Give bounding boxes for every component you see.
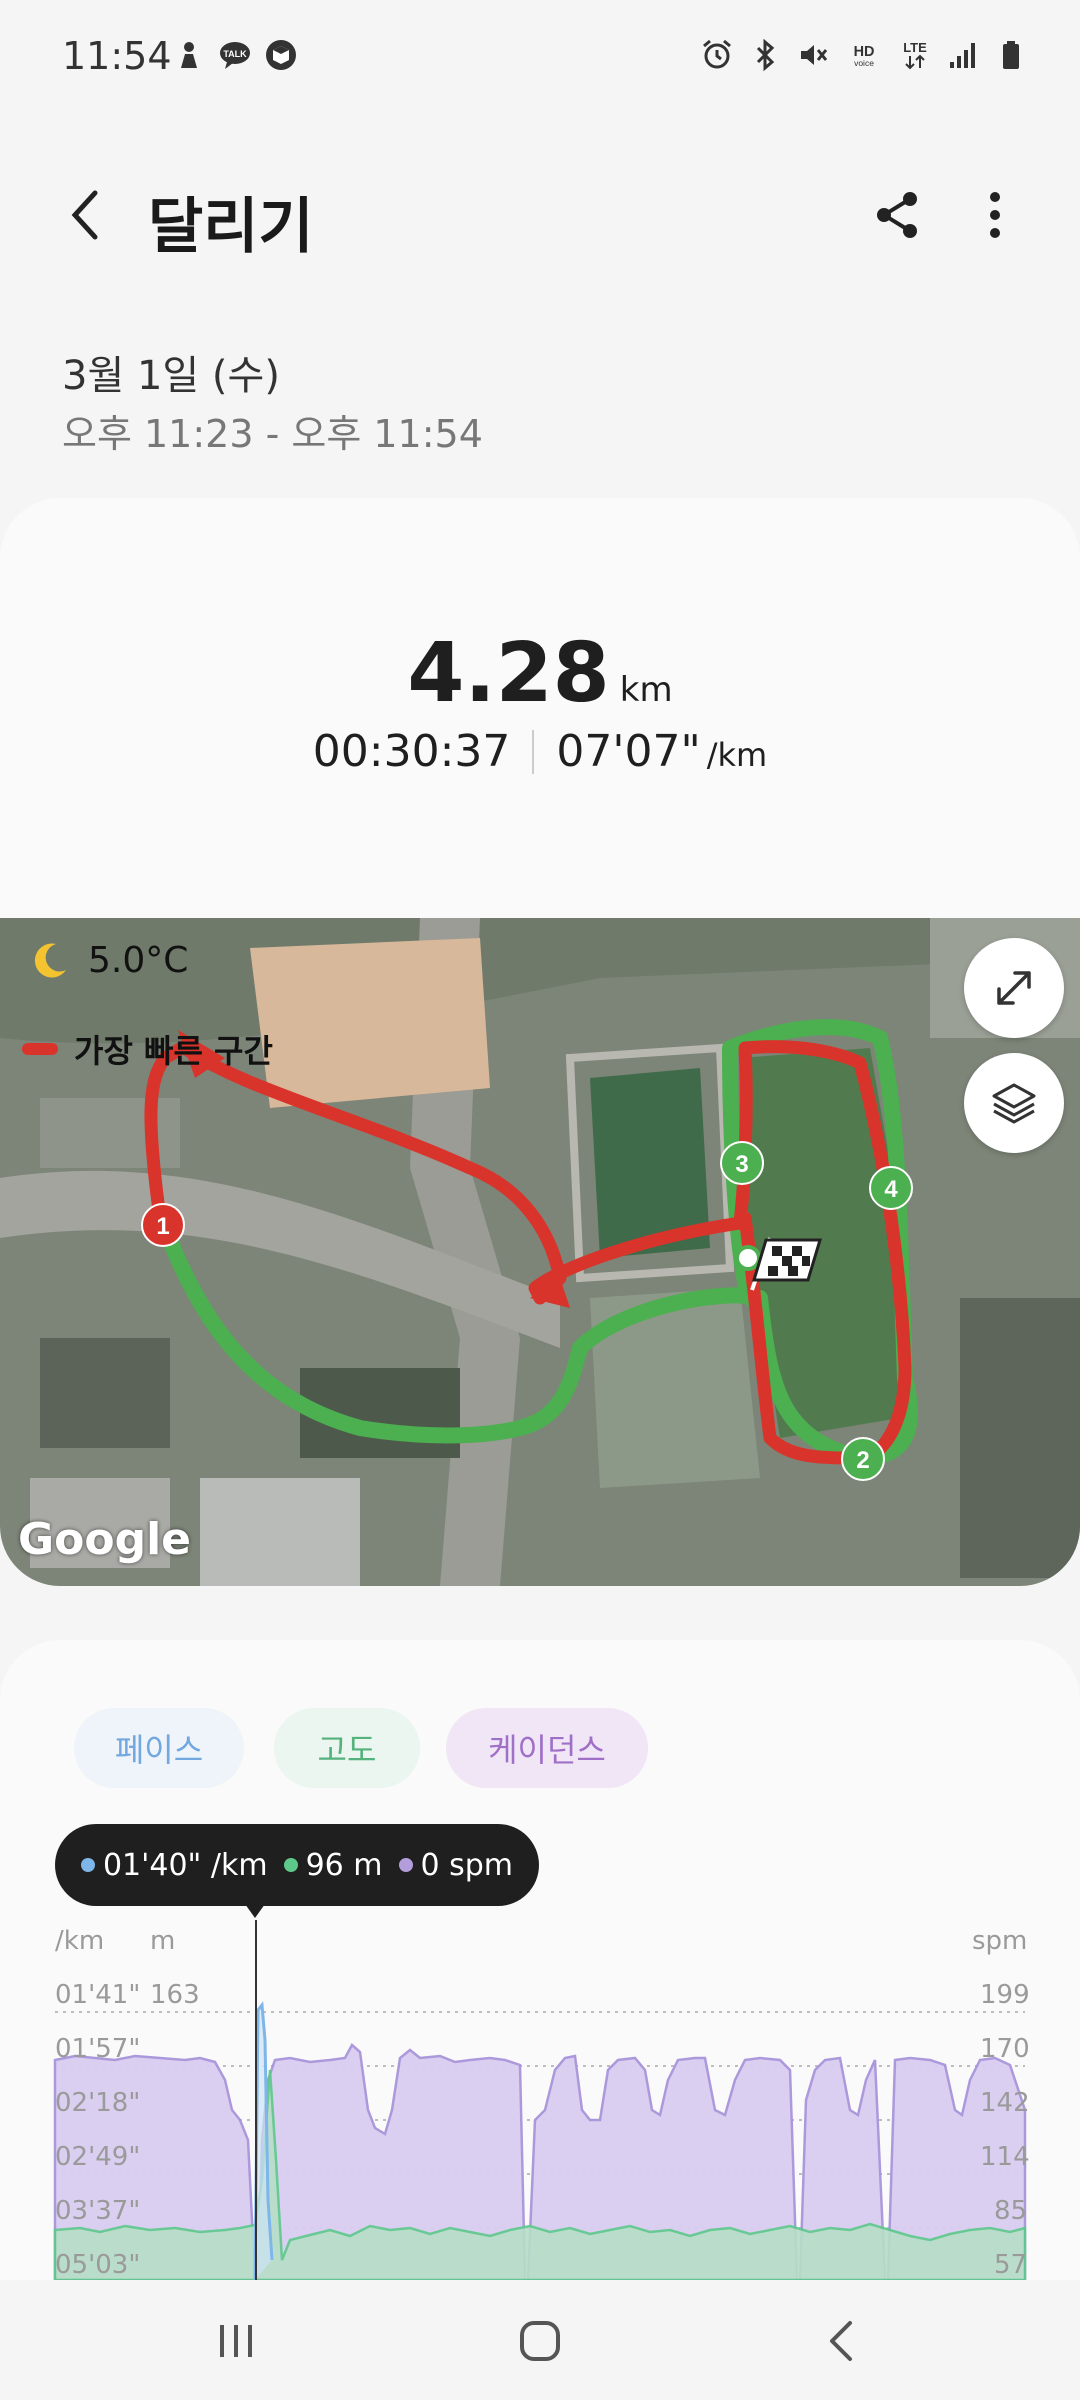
svg-text:TALK: TALK bbox=[223, 49, 247, 59]
session-time-range: 오후 11:23 - 오후 11:54 bbox=[62, 412, 483, 456]
status-time: 11:54 bbox=[62, 34, 172, 78]
status-bar: 11:54 TALK HD voice LTE bbox=[0, 0, 1080, 120]
recents-icon bbox=[220, 2325, 252, 2357]
cadence-tick: 57 bbox=[994, 2250, 1028, 2280]
chevron-left-icon bbox=[71, 190, 98, 240]
stats-divider bbox=[532, 729, 535, 774]
legend-swatch bbox=[22, 1043, 58, 1055]
pace-tick: 01'57" bbox=[55, 2034, 141, 2064]
pace-dot bbox=[80, 1858, 95, 1872]
cadence-tick: 114 bbox=[980, 2142, 1030, 2172]
svg-text:1: 1 bbox=[156, 1213, 169, 1240]
talk-icon: TALK bbox=[218, 38, 252, 72]
home-button[interactable] bbox=[500, 2306, 580, 2376]
bluetooth-icon bbox=[748, 38, 782, 72]
cadence-dot bbox=[398, 1858, 413, 1872]
stats-row: 00:30:37 07'07"/km bbox=[0, 726, 1080, 777]
cadence-tick: 170 bbox=[980, 2034, 1030, 2064]
back-icon bbox=[830, 2321, 852, 2361]
share-icon bbox=[877, 192, 917, 238]
pace-tick: 01'41" bbox=[55, 1980, 141, 2010]
tooltip-pace-value: 01'40" /km bbox=[102, 1847, 268, 1883]
alarm-icon bbox=[700, 38, 734, 72]
cadence-tick: 142 bbox=[980, 2088, 1030, 2118]
pace-value: 07'07" bbox=[556, 726, 701, 777]
more-vertical-icon bbox=[990, 192, 1000, 238]
app-bar: 달리기 bbox=[0, 160, 1080, 270]
distance-unit: km bbox=[619, 670, 673, 710]
mute-icon bbox=[796, 38, 830, 72]
axis-unit-pace: /km bbox=[55, 1926, 105, 1956]
svg-text:LTE: LTE bbox=[903, 40, 927, 55]
tooltip-altitude: 96 m bbox=[283, 1847, 383, 1883]
moon-icon bbox=[34, 943, 66, 978]
summary-card: 4.28 km 00:30:37 07'07"/km bbox=[0, 498, 1080, 918]
session-date: 3월 1일 (수) bbox=[62, 353, 280, 399]
expand-icon bbox=[997, 971, 1031, 1005]
workout-chart[interactable] bbox=[0, 1640, 1080, 2280]
altitude-tick: 163 bbox=[150, 1980, 200, 2010]
svg-text:4: 4 bbox=[884, 1176, 898, 1203]
back-button[interactable] bbox=[50, 180, 120, 250]
google-logo: Google bbox=[18, 1514, 191, 1565]
cadence-tick: 85 bbox=[994, 2196, 1028, 2226]
lte-icon: LTE bbox=[898, 38, 932, 72]
tooltip-altitude-value: 96 m bbox=[305, 1847, 383, 1883]
svg-text:voice: voice bbox=[854, 58, 874, 68]
share-button[interactable] bbox=[862, 180, 932, 250]
status-right-icons: HD voice LTE bbox=[700, 38, 1028, 72]
temperature: 5.0°C bbox=[88, 939, 189, 981]
axis-unit-cadence: spm bbox=[972, 1926, 1028, 1956]
cadence-tick: 199 bbox=[980, 1980, 1030, 2010]
person-icon bbox=[172, 38, 206, 72]
chart-tooltip: 01'40" /km 96 m 0 spm bbox=[55, 1824, 539, 1906]
axis-unit-altitude: m bbox=[150, 1926, 176, 1956]
lap-marker-4: 4 bbox=[869, 1166, 913, 1210]
pace-unit: /km bbox=[706, 736, 768, 774]
legend-label: 가장 빠른 구간 bbox=[74, 1032, 273, 1070]
expand-map-button[interactable] bbox=[964, 938, 1064, 1038]
svg-text:2: 2 bbox=[856, 1447, 869, 1474]
map-satellite-image: 1 2 3 4 bbox=[0, 918, 1080, 1586]
system-back-button[interactable] bbox=[802, 2306, 882, 2376]
weather: 5.0°C bbox=[28, 938, 188, 982]
pace-tick: 02'18" bbox=[55, 2088, 141, 2118]
status-left-icons: TALK bbox=[172, 38, 298, 72]
svg-text:3: 3 bbox=[735, 1151, 748, 1178]
lap-marker-2: 2 bbox=[841, 1437, 885, 1481]
altitude-dot bbox=[283, 1858, 298, 1872]
map-layers-button[interactable] bbox=[964, 1053, 1064, 1153]
pace-tick: 02'49" bbox=[55, 2142, 141, 2172]
route-map[interactable]: 1 2 3 4 5.0°C 가장 빠른 구간 Google bbox=[0, 918, 1080, 1586]
workout-chart-card: 페이스 고도 케이던스 01'40" /km 96 m 0 spm /km m … bbox=[0, 1640, 1080, 2280]
lap-marker-3: 3 bbox=[720, 1141, 764, 1185]
recents-button[interactable] bbox=[196, 2306, 276, 2376]
fastest-segment-legend: 가장 빠른 구간 bbox=[22, 1026, 273, 1072]
duration-value: 00:30:37 bbox=[312, 726, 511, 777]
lap-marker-1: 1 bbox=[141, 1203, 185, 1247]
signal-icon bbox=[946, 38, 980, 72]
pace-tick: 03'37" bbox=[55, 2196, 141, 2226]
home-icon bbox=[520, 2321, 560, 2361]
tooltip-pace: 01'40" /km bbox=[80, 1847, 268, 1883]
tooltip-cadence: 0 spm bbox=[398, 1847, 514, 1883]
hd-voice-icon: HD voice bbox=[844, 38, 884, 72]
battery-icon bbox=[994, 38, 1028, 72]
system-nav-bar bbox=[0, 2280, 1080, 2400]
more-options-button[interactable] bbox=[960, 180, 1030, 250]
page-title: 달리기 bbox=[148, 192, 314, 262]
layers-icon bbox=[992, 1083, 1036, 1124]
distance: 4.28 km bbox=[0, 626, 1080, 721]
distance-value: 4.28 bbox=[407, 626, 610, 721]
pace-tick: 05'03" bbox=[55, 2250, 141, 2280]
tooltip-cadence-value: 0 spm bbox=[420, 1847, 514, 1883]
cube-icon bbox=[264, 38, 298, 72]
tooltip-pointer bbox=[245, 1904, 265, 1918]
